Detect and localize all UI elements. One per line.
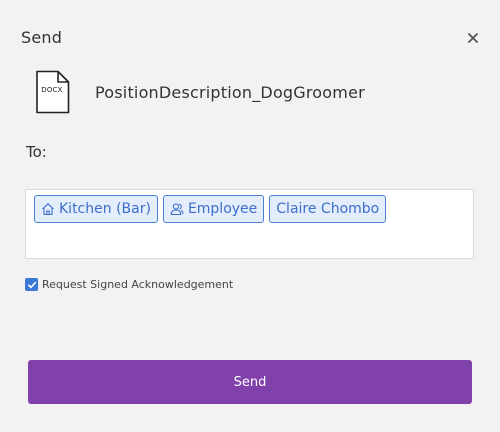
checkmark-icon bbox=[27, 281, 36, 288]
recipient-chip-label: Employee bbox=[187, 201, 258, 217]
recipients-field[interactable]: Kitchen (Bar) Employee Claire Chombo bbox=[25, 189, 474, 259]
file-extension: DOCX bbox=[41, 86, 63, 94]
acknowledgement-option: Request Signed Acknowledgement bbox=[25, 278, 233, 291]
acknowledgement-label: Request Signed Acknowledgement bbox=[42, 278, 234, 291]
home-icon bbox=[41, 202, 55, 216]
recipient-chip-location[interactable]: Kitchen (Bar) bbox=[34, 195, 158, 223]
dialog-title: Send bbox=[21, 28, 63, 47]
to-label: To: bbox=[26, 143, 47, 161]
recipient-chip-role[interactable]: Employee bbox=[162, 195, 265, 223]
send-dialog: Send DOCX PositionDescription_DogGroomer… bbox=[0, 0, 500, 432]
users-icon bbox=[170, 202, 184, 216]
send-button[interactable]: Send bbox=[28, 360, 472, 404]
recipient-chip-label: Kitchen (Bar) bbox=[59, 201, 151, 217]
recipient-chip-person[interactable]: Claire Chombo bbox=[269, 195, 387, 223]
attached-file: DOCX PositionDescription_DogGroomer bbox=[34, 70, 365, 114]
acknowledgement-checkbox[interactable] bbox=[25, 278, 38, 291]
recipient-chip-label: Claire Chombo bbox=[276, 201, 380, 217]
file-name: PositionDescription_DogGroomer bbox=[95, 82, 365, 102]
document-icon: DOCX bbox=[34, 70, 70, 114]
close-icon[interactable] bbox=[465, 30, 481, 46]
